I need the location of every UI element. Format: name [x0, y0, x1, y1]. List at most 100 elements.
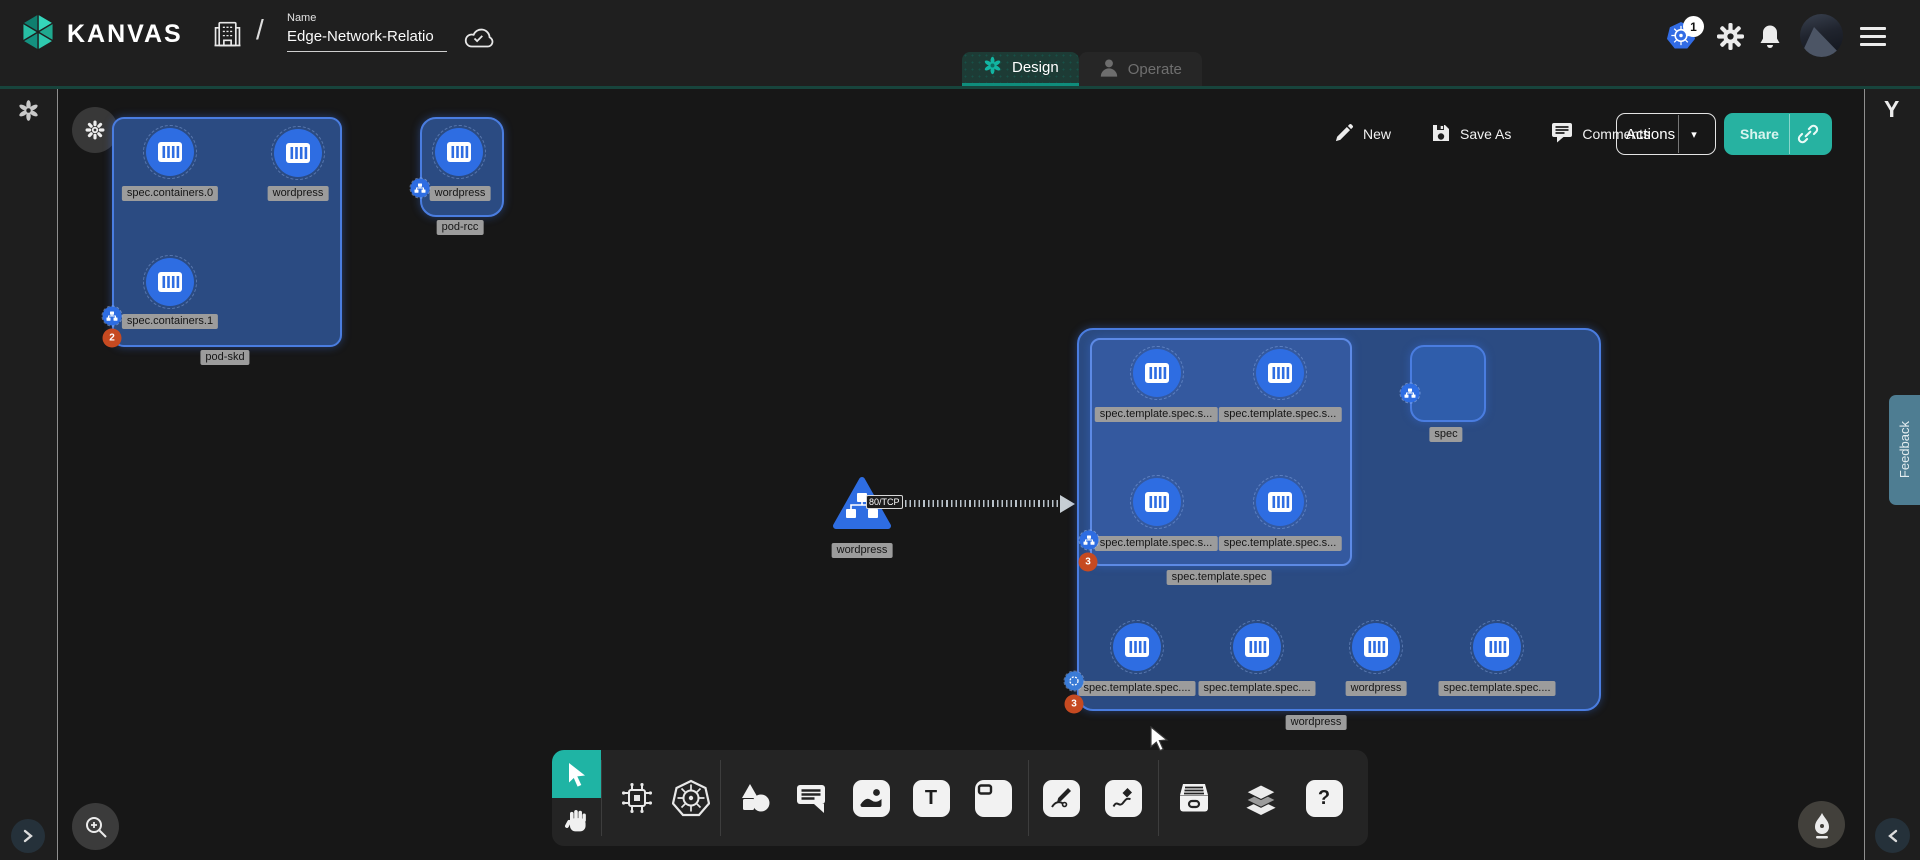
deployment-icon-badge[interactable]	[1065, 672, 1084, 691]
settings-gear-icon[interactable]	[1717, 23, 1744, 55]
text-tool-glyph: T	[925, 787, 937, 810]
note-tool-tile	[975, 780, 1012, 817]
error-count-badge[interactable]: 2	[103, 329, 122, 348]
menu-hamburger-icon[interactable]	[1860, 27, 1886, 51]
layers-tool[interactable]	[1239, 750, 1283, 846]
spec-template-spec-group-label: spec.template.spec	[1167, 570, 1272, 585]
copy-link-icon[interactable]	[1790, 123, 1826, 145]
container-node-spec-containers-1[interactable]	[146, 258, 194, 306]
actions-caret-icon[interactable]: ▾	[1679, 128, 1709, 141]
breadcrumb-separator: /	[256, 14, 264, 46]
pan-tool[interactable]	[552, 798, 601, 846]
avatar-mountain	[1800, 27, 1843, 57]
edge-port-label: 80/TCP	[866, 495, 903, 509]
operate-tab-icon	[1099, 57, 1119, 82]
node-label: spec.containers.0	[122, 186, 218, 201]
organization-icon[interactable]	[214, 16, 241, 53]
freehand-tool-tile	[1105, 780, 1142, 817]
tab-operate[interactable]: Operate	[1079, 52, 1202, 86]
design-tab-icon	[982, 55, 1003, 80]
spec-template-spec-group[interactable]	[1090, 338, 1352, 566]
design-tab-label: Design	[1012, 59, 1059, 76]
node-label: wordpress	[1346, 681, 1407, 696]
save-as-label: Save As	[1460, 126, 1511, 142]
container-node-wordpress-rcc[interactable]	[435, 128, 483, 176]
header: KANVAS / Name	[0, 0, 1920, 86]
kanvas-logo-icon	[17, 12, 59, 57]
container-node[interactable]	[1352, 623, 1400, 671]
dock-divider	[1028, 760, 1029, 836]
comments-icon	[1551, 122, 1573, 146]
container-node-wordpress[interactable]	[274, 129, 322, 177]
mode-tabs: Design Operate	[962, 52, 1202, 86]
pod-icon-badge[interactable]	[1401, 384, 1420, 403]
service-to-deployment-edge[interactable]	[891, 500, 1067, 507]
text-tool[interactable]: T	[909, 750, 953, 846]
container-node[interactable]	[1233, 623, 1281, 671]
shapes-tool[interactable]	[732, 750, 776, 846]
spec-node[interactable]	[1410, 345, 1486, 422]
error-count-badge[interactable]: 3	[1079, 553, 1098, 572]
operate-tab-label: Operate	[1128, 61, 1182, 78]
actions-label: Actions	[1623, 126, 1678, 143]
pod-icon-badge[interactable]	[1080, 531, 1099, 550]
feedback-tab[interactable]: Feedback	[1889, 395, 1920, 505]
help-tool-tile: ?	[1306, 780, 1343, 817]
right-rail-y-icon[interactable]: Y	[1884, 96, 1899, 123]
pod-icon-badge[interactable]	[411, 179, 430, 198]
container-node[interactable]	[1113, 623, 1161, 671]
container-node[interactable]	[1473, 623, 1521, 671]
zoom-button[interactable]	[72, 803, 119, 850]
deployment-group-label: wordpress	[1286, 715, 1347, 730]
dock-divider	[720, 760, 721, 836]
left-rail-spiral-icon[interactable]	[15, 97, 42, 124]
comment-tool[interactable]	[789, 750, 833, 846]
node-label: spec.template.spec....	[1199, 681, 1316, 696]
container-node[interactable]	[1256, 349, 1304, 397]
container-node-spec-containers-0[interactable]	[146, 128, 194, 176]
tab-design[interactable]: Design	[962, 52, 1079, 86]
canvas-top-border	[0, 86, 1920, 89]
share-label: Share	[1730, 126, 1789, 142]
node-label: wordpress	[268, 186, 329, 201]
kubernetes-tool[interactable]	[669, 750, 713, 846]
pen-nib-button[interactable]	[1798, 801, 1845, 848]
pod-rcc-group-label: pod-rcc	[437, 220, 484, 235]
collapse-right-panel-button[interactable]	[1875, 818, 1910, 853]
feedback-label: Feedback	[1897, 421, 1912, 478]
component-tool[interactable]	[615, 750, 659, 846]
save-floppy-icon	[1431, 123, 1451, 146]
node-label: spec.template.spec.s...	[1095, 536, 1218, 551]
error-count-badge[interactable]: 3	[1065, 695, 1084, 714]
select-tool[interactable]	[552, 750, 601, 798]
kanvas-app: KANVAS / Name	[0, 0, 1920, 860]
pen-tool-tile	[1043, 780, 1080, 817]
drawer-tool[interactable]	[1172, 750, 1216, 846]
user-avatar[interactable]	[1800, 14, 1843, 57]
pod-icon-badge[interactable]	[103, 307, 122, 326]
note-tool[interactable]	[971, 750, 1015, 846]
help-tool[interactable]: ?	[1302, 750, 1346, 846]
pen-tool[interactable]	[1039, 750, 1083, 846]
design-name-input[interactable]	[287, 28, 447, 52]
node-label: spec.template.spec.s...	[1219, 407, 1342, 422]
tool-dock: T	[552, 750, 1368, 846]
actions-button[interactable]: Actions ▾	[1616, 113, 1716, 155]
container-node[interactable]	[1133, 478, 1181, 526]
new-label: New	[1363, 126, 1391, 142]
notifications-bell-icon[interactable]	[1758, 23, 1782, 55]
text-tool-tile: T	[913, 780, 950, 817]
container-node[interactable]	[1133, 349, 1181, 397]
container-node[interactable]	[1256, 478, 1304, 526]
save-as-button[interactable]: Save As	[1423, 123, 1519, 146]
dock-divider	[601, 760, 602, 836]
share-button[interactable]: Share	[1724, 113, 1832, 155]
kanvas-logo[interactable]: KANVAS	[17, 12, 183, 57]
expand-left-panel-button[interactable]	[11, 819, 45, 853]
new-button[interactable]: New	[1326, 123, 1399, 146]
help-glyph: ?	[1318, 787, 1330, 810]
image-tool[interactable]	[849, 750, 893, 846]
freehand-tool[interactable]	[1101, 750, 1145, 846]
dock-divider	[1158, 760, 1159, 836]
logo-text: KANVAS	[67, 20, 183, 49]
